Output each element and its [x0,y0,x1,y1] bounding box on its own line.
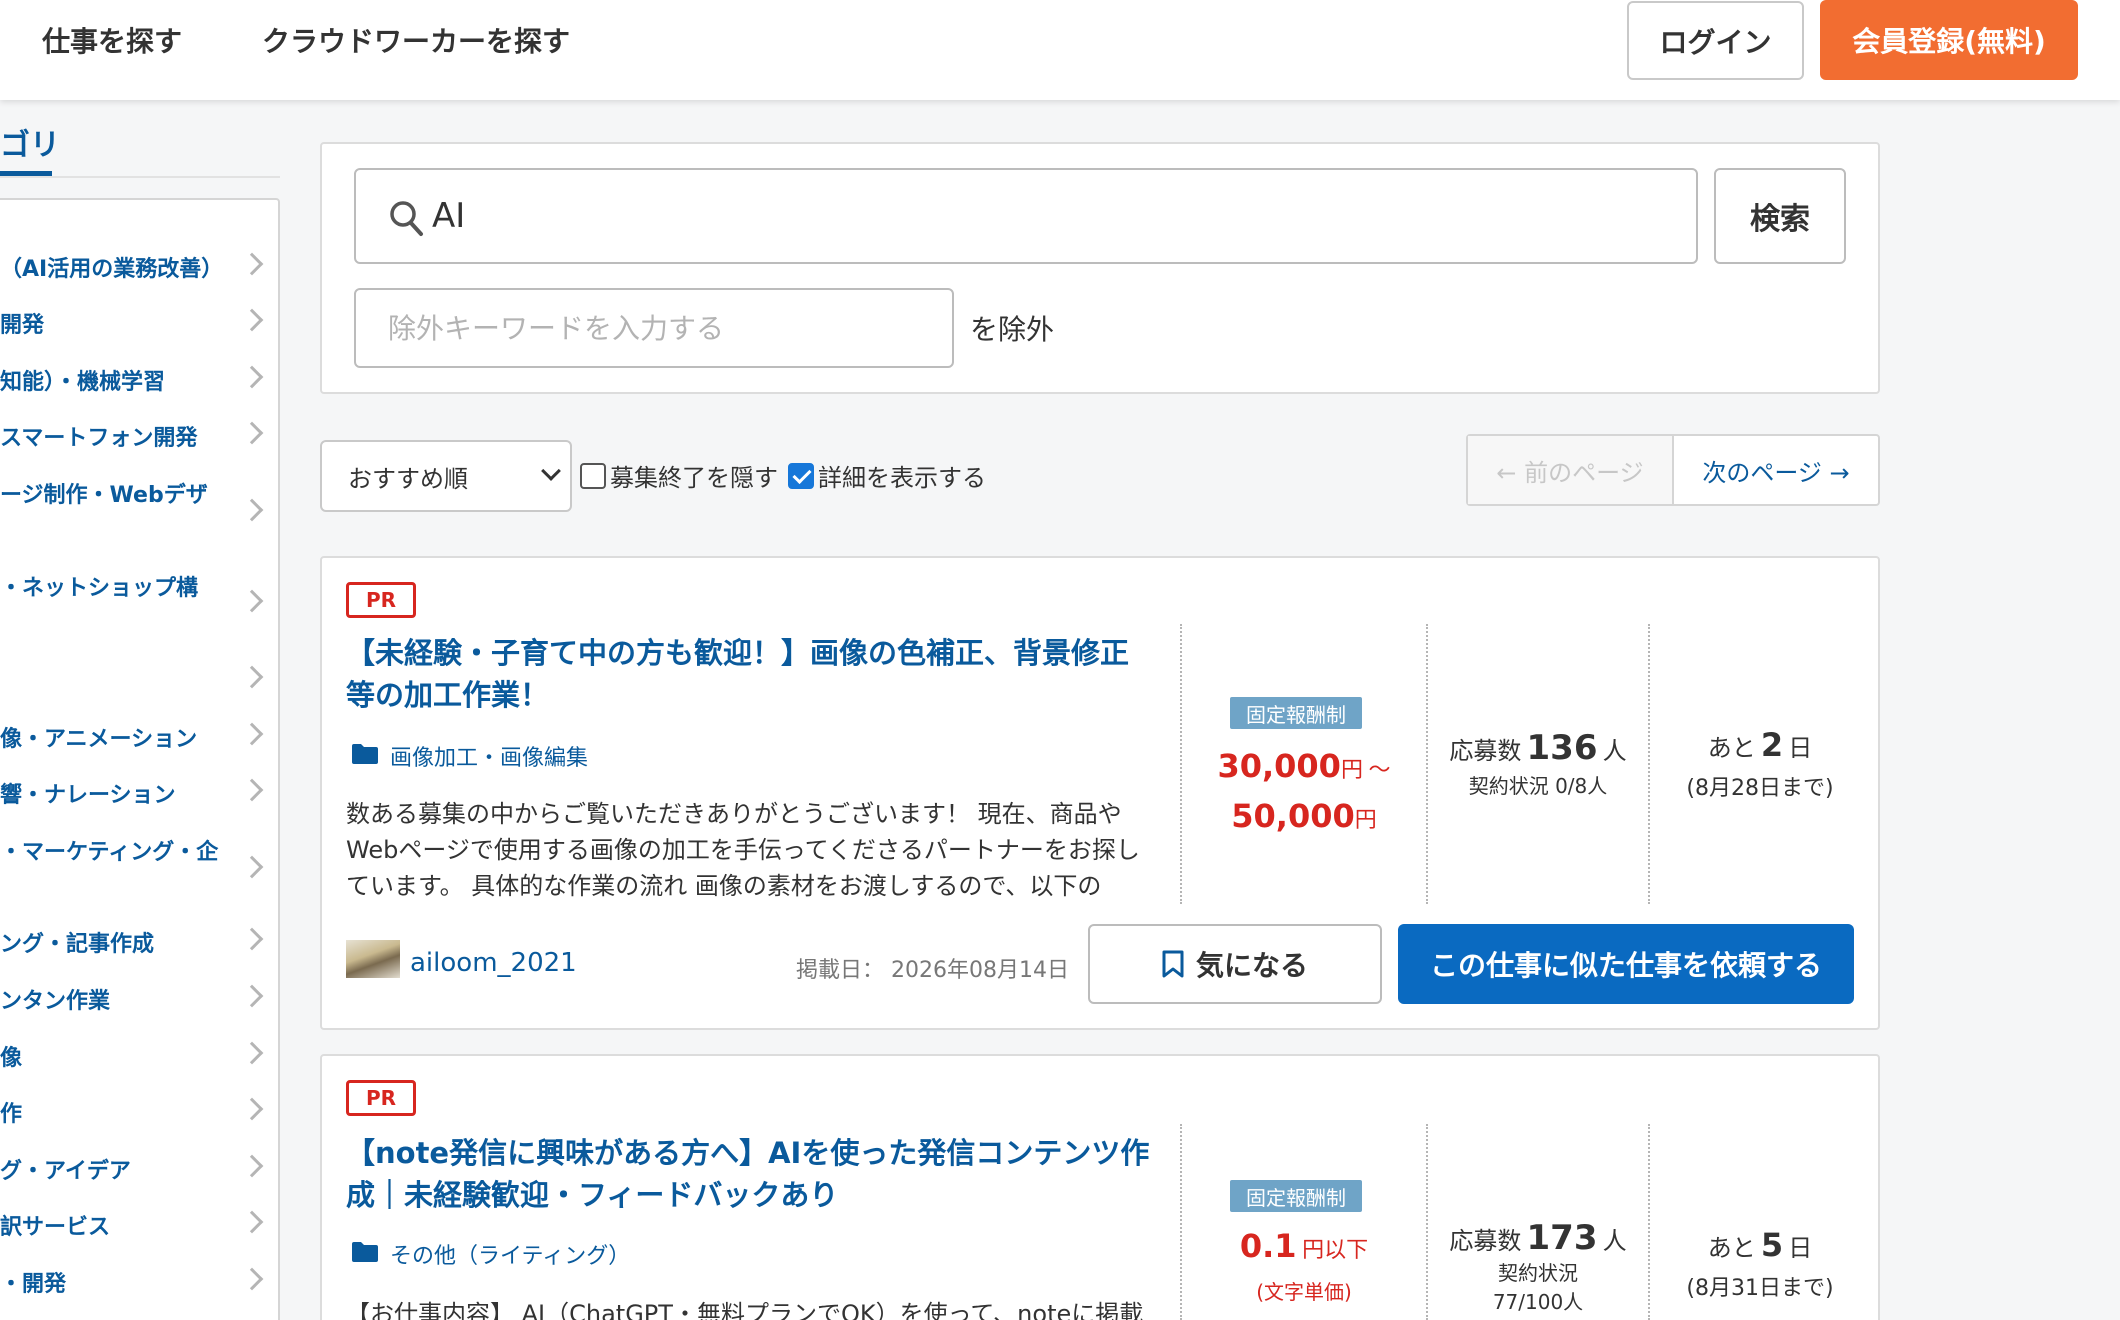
sidebar-item[interactable]: ・マーケティング・企 [0,834,218,866]
sidebar-item[interactable]: （AI活用の業務改善） [0,251,223,283]
applicants-count: 136 [1526,728,1598,768]
exclude-suffix-label: を除外 [970,313,1055,346]
sidebar-item[interactable]: 響・ナレーション [0,777,176,809]
price-range: 30,000円 ～ 50,000円 [1190,744,1418,844]
price-block: 0.1 円以下 (文字単価) [1190,1226,1418,1312]
column-divider [1648,624,1650,904]
contract-value: 77/100人 [1492,1290,1584,1314]
nav-find-workers[interactable]: クラウドワーカーを探す [262,20,570,60]
next-page-button[interactable]: 次のページ → [1674,436,1878,504]
sidebar-item[interactable]: 訳サービス [0,1209,110,1241]
job-title[interactable]: 【未経験・子育て中の方も歓迎！】画像の色補正、背景修正等の加工作業！ [346,632,1146,716]
price-range-sep: ～ [1368,758,1391,783]
contract-label: 契約状況 [1498,1261,1578,1285]
price-suffix: 円以下 [1302,1238,1369,1263]
client-name-link[interactable]: ailoom_2021 [410,948,577,978]
price-note: (文字単価) [1256,1280,1352,1304]
posted-label: 掲載日： [796,958,885,983]
contract-label: 契約状況 [1468,774,1549,798]
folder-icon [352,1242,378,1262]
deadline-date: (8月28日まで) [1686,776,1834,801]
pagination: ← 前のページ 次のページ → [1466,434,1880,506]
pay-type-badge: 固定報酬制 [1230,697,1362,729]
search-icon [390,201,423,236]
sidebar-item[interactable]: ・開発 [0,1266,66,1298]
remaining-days: 5 [1760,1226,1784,1264]
column-divider [1426,1124,1428,1320]
hide-closed-label: 募集終了を隠す [610,464,778,492]
remaining-prefix: あと [1707,1234,1756,1262]
sidebar-title: ゴリ [0,128,60,163]
favorite-label: 気になる [1195,949,1308,982]
request-similar-job-button[interactable]: この仕事に似た仕事を依頼する [1398,924,1854,1004]
pay-type-badge: 固定報酬制 [1230,1180,1362,1212]
show-details-checkbox[interactable] [788,462,814,489]
job-category-link[interactable]: その他（ライティング） [390,1238,630,1270]
job-title[interactable]: 【note発信に興味がある方へ】AIを使った発信コンテンツ作成｜未経験歓迎・フィ… [346,1132,1166,1216]
folder-icon [352,744,378,764]
nav-find-jobs[interactable]: 仕事を探す [42,20,182,60]
column-divider [1648,1124,1650,1320]
column-divider [1426,624,1428,904]
remaining-days: 2 [1760,726,1784,764]
posted-date: 掲載日： 2026年08月14日 [796,952,1069,984]
remaining-prefix: あと [1707,734,1756,762]
login-button[interactable]: ログイン [1627,1,1804,80]
job-category-link[interactable]: 画像加工・画像編集 [390,740,588,772]
pr-badge: PR [346,1080,416,1116]
show-details-label: 詳細を表示する [818,464,986,492]
hide-closed-toggle[interactable]: 募集終了を隠す [580,458,778,493]
applicants-unit: 人 [1602,1227,1627,1255]
deadline-block: あと 5 日 (8月31日まで) [1652,1226,1868,1302]
sidebar-item[interactable]: スマートフォン開発 [0,420,197,452]
applicants-count: 173 [1526,1218,1598,1258]
posted-date-value: 2026年08月14日 [891,958,1069,983]
search-button[interactable]: 検索 [1714,168,1846,264]
sidebar-item[interactable]: グ・アイデア [0,1153,131,1185]
applicants-unit: 人 [1602,737,1627,765]
exclude-keyword-input[interactable] [354,288,954,368]
sidebar-item[interactable]: 作 [0,1096,22,1128]
job-description: 数ある募集の中からご覧いただきありがとうございます！ 現在、商品やWebページで… [346,800,1140,900]
sort-selected-value: おすすめ順 [348,464,468,493]
contract-value: 0/8人 [1555,774,1608,798]
sidebar-item[interactable]: 像 [0,1040,22,1072]
pr-badge: PR [346,582,416,618]
remaining-unit: 日 [1788,1234,1813,1262]
register-button[interactable]: 会員登録(無料) [1820,0,2078,80]
price-currency: 円 [1340,758,1363,783]
top-header: 仕事を探す クラウドワーカーを探す ログイン 会員登録(無料) [0,0,2120,100]
sidebar-item[interactable]: 開発 [0,307,44,339]
sidebar-item[interactable]: 知能）・機械学習 [0,364,165,396]
job-description: 【お仕事内容】 AI（ChatGPT・無料プランでOK）を使って、noteに掲載 [346,1300,1144,1320]
deadline-block: あと 2 日 (8月28日まで) [1652,726,1868,802]
price-currency: 円 [1354,808,1377,833]
sidebar-item[interactable]: ング・記事作成 [0,926,154,958]
bookmark-icon [1162,950,1184,978]
sort-select[interactable]: おすすめ順 [320,440,572,512]
price-value: 0.1 [1239,1227,1297,1265]
price-max: 50,000 [1231,797,1355,835]
applicants-label: 応募数 [1449,1227,1522,1255]
sidebar-divider [0,176,280,178]
sidebar-item[interactable]: ・ネットショップ構 [0,570,198,602]
deadline-date: (8月31日まで) [1686,1276,1834,1301]
sidebar-item[interactable]: ージ制作・Webデザ [0,477,208,509]
sidebar-item[interactable]: ンタン作業 [0,983,110,1015]
show-details-toggle[interactable]: 詳細を表示する [788,458,986,493]
hide-closed-checkbox[interactable] [580,462,606,489]
applicants-block: 応募数 136 人 契約状況 0/8人 [1430,728,1646,799]
price-min: 30,000 [1217,747,1341,785]
prev-page-button[interactable]: ← 前のページ [1468,436,1674,504]
search-input[interactable] [354,168,1698,264]
favorite-button[interactable]: 気になる [1088,924,1382,1004]
search-input-value[interactable]: AI [432,196,465,236]
user-avatar[interactable] [346,940,400,978]
sidebar-item[interactable]: 像・アニメーション [0,721,197,753]
column-divider [1180,624,1182,904]
column-divider [1180,1124,1182,1320]
applicants-label: 応募数 [1449,737,1522,765]
applicants-block: 応募数 173 人 契約状況 77/100人 [1430,1218,1646,1316]
remaining-unit: 日 [1788,734,1813,762]
